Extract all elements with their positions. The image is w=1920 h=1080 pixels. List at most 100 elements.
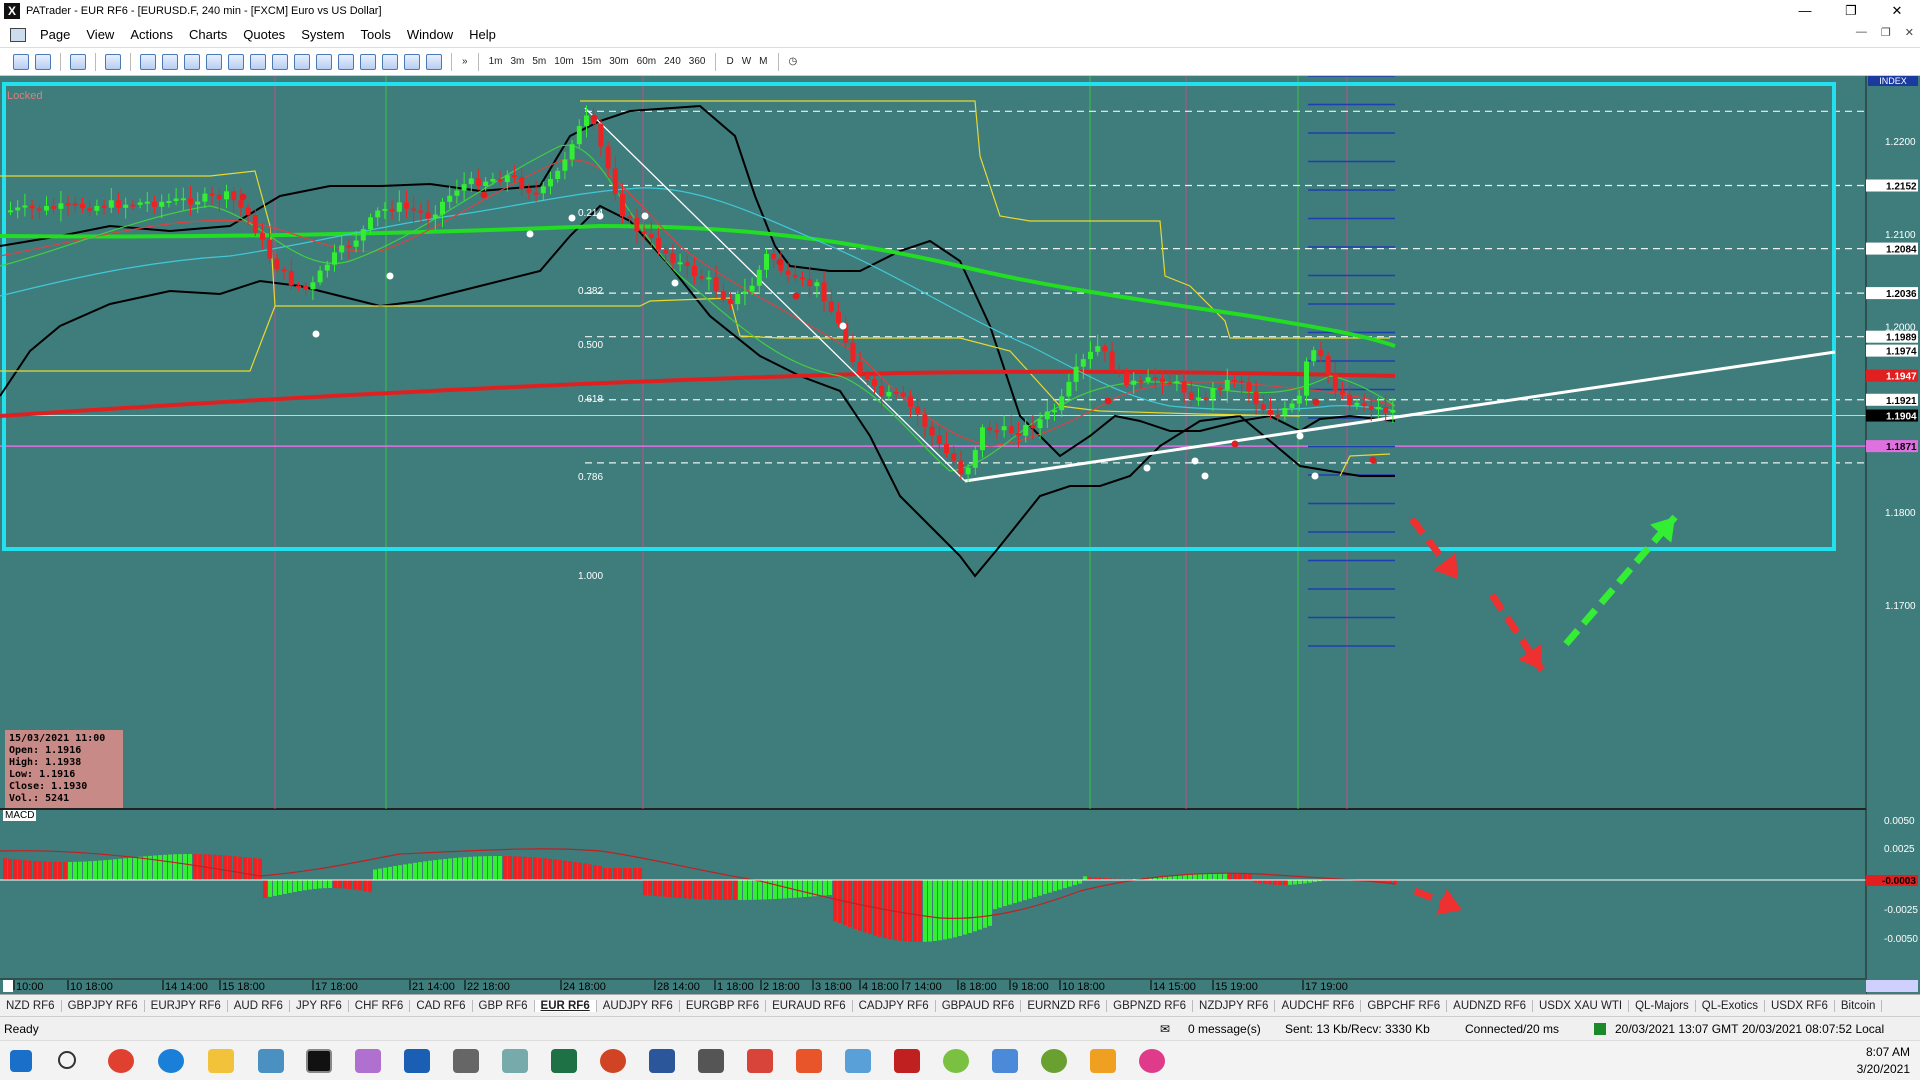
app-icon[interactable] <box>894 1049 920 1073</box>
word-icon[interactable] <box>649 1049 675 1073</box>
app-icon[interactable] <box>845 1049 871 1073</box>
excel-icon[interactable] <box>551 1049 577 1073</box>
timeframe-weekly[interactable]: W <box>738 56 755 67</box>
symbol-tab[interactable]: GBPJPY RF6 <box>62 999 145 1012</box>
crosshair-icon[interactable] <box>105 53 121 70</box>
timeframe-1m[interactable]: 1m <box>485 56 507 67</box>
app-icon[interactable] <box>1041 1049 1067 1073</box>
symbol-tab[interactable]: QL-Exotics <box>1696 999 1765 1012</box>
symbol-tab[interactable]: EURJPY RF6 <box>145 999 228 1012</box>
fibonacci-icon[interactable] <box>250 53 266 70</box>
outlook-icon[interactable] <box>404 1049 430 1073</box>
file-explorer-icon[interactable] <box>208 1049 234 1073</box>
symbol-tab[interactable]: AUD RF6 <box>228 999 290 1012</box>
menu-help[interactable]: Help <box>461 27 504 42</box>
timeframe-60m[interactable]: 60m <box>633 56 660 67</box>
symbol-tab[interactable]: NZDJPY RF6 <box>1193 999 1276 1012</box>
horizontal-line-icon[interactable] <box>162 53 178 70</box>
symbol-tab[interactable]: GBPAUD RF6 <box>936 999 1022 1012</box>
app-icon[interactable] <box>1090 1049 1116 1073</box>
menu-charts[interactable]: Charts <box>181 27 235 42</box>
menu-actions[interactable]: Actions <box>122 27 181 42</box>
overflow-chevron-icon[interactable]: » <box>458 56 472 67</box>
symbol-tab[interactable]: NZD RF6 <box>0 999 62 1012</box>
symbol-tab[interactable]: CAD RF6 <box>410 999 473 1012</box>
channel-icon[interactable] <box>228 53 244 70</box>
timeframe-10m[interactable]: 10m <box>550 56 577 67</box>
indicator-icon[interactable] <box>70 53 86 70</box>
timeframe-15m[interactable]: 15m <box>578 56 605 67</box>
app-icon[interactable] <box>796 1049 822 1073</box>
taskbar-clock[interactable]: 8:07 AM 3/20/2021 <box>1857 1044 1910 1078</box>
chart-menu-icon[interactable] <box>10 27 26 42</box>
timeframe-daily[interactable]: D <box>722 56 737 67</box>
symbol-tab[interactable]: USDX XAU WTI <box>1533 999 1630 1012</box>
timeframe-5m[interactable]: 5m <box>528 56 550 67</box>
app-icon[interactable] <box>992 1049 1018 1073</box>
menu-tools[interactable]: Tools <box>353 27 399 42</box>
menu-view[interactable]: View <box>78 27 122 42</box>
text-tool-icon[interactable] <box>382 53 398 70</box>
slack-icon[interactable] <box>1139 1049 1165 1073</box>
symbol-tab[interactable]: AUDJPY RF6 <box>597 999 680 1012</box>
fib-extension-icon[interactable] <box>426 53 442 70</box>
symbol-tab[interactable]: GBP RF6 <box>473 999 535 1012</box>
minimize-icon[interactable]: — <box>1782 0 1828 22</box>
symbol-tab[interactable]: EUR RF6 <box>534 999 597 1012</box>
fib-retracement-icon[interactable] <box>404 53 420 70</box>
patrader-icon[interactable] <box>306 1049 332 1073</box>
menu-page[interactable]: Page <box>32 27 78 42</box>
symbol-tab[interactable]: Bitcoin <box>1835 999 1883 1012</box>
timeframe-360[interactable]: 360 <box>685 56 710 67</box>
symbol-tab[interactable]: GBPNZD RF6 <box>1107 999 1194 1012</box>
app-icon[interactable] <box>747 1049 773 1073</box>
chrome-icon[interactable] <box>108 1049 134 1073</box>
symbol-tab[interactable]: EURGBP RF6 <box>680 999 767 1012</box>
mdi-close-icon[interactable]: ✕ <box>1905 26 1914 39</box>
app-icon[interactable] <box>258 1049 284 1073</box>
timeframe-monthly[interactable]: M <box>755 56 771 67</box>
timeframe-240[interactable]: 240 <box>660 56 685 67</box>
mdi-restore-icon[interactable]: ❐ <box>1881 26 1891 39</box>
buy-icon[interactable] <box>13 53 29 70</box>
symbol-tab[interactable]: JPY RF6 <box>290 999 349 1012</box>
menu-system[interactable]: System <box>293 27 352 42</box>
message-icon[interactable]: ✉ <box>1160 1022 1170 1036</box>
rectangle-icon[interactable] <box>360 53 376 70</box>
powerpoint-icon[interactable] <box>600 1049 626 1073</box>
search-icon[interactable] <box>58 1051 76 1069</box>
calculator-icon[interactable] <box>453 1049 479 1073</box>
app-icon[interactable] <box>943 1049 969 1073</box>
timeframe-3m[interactable]: 3m <box>506 56 528 67</box>
edge-icon[interactable] <box>158 1049 184 1073</box>
app-icon[interactable] <box>502 1049 528 1073</box>
windows-start-icon[interactable] <box>10 1050 32 1072</box>
mdi-minimize-icon[interactable]: — <box>1856 26 1867 39</box>
symbol-tab[interactable]: CADJPY RF6 <box>853 999 936 1012</box>
gann-icon[interactable] <box>294 53 310 70</box>
menu-quotes[interactable]: Quotes <box>235 27 293 42</box>
symbol-tab[interactable]: CHF RF6 <box>349 999 411 1012</box>
app-icon[interactable] <box>355 1049 381 1073</box>
symbol-tab[interactable]: AUDCHF RF6 <box>1275 999 1362 1012</box>
fib-fan-icon[interactable] <box>272 53 288 70</box>
restore-icon[interactable]: ❐ <box>1828 0 1874 22</box>
symbol-tab[interactable]: EURAUD RF6 <box>766 999 853 1012</box>
symbol-tab[interactable]: QL-Majors <box>1629 999 1696 1012</box>
app-icon[interactable] <box>698 1049 724 1073</box>
chart-area[interactable]: INDEX 1.2200 1.2100 1.2000 1.1800 1.1700 1.215… <box>0 76 1920 994</box>
cycle-lines-icon[interactable] <box>338 53 354 70</box>
menu-window[interactable]: Window <box>399 27 461 42</box>
clock-icon[interactable]: ◷ <box>785 56 802 67</box>
vertical-line-icon[interactable] <box>184 53 200 70</box>
price-chart[interactable]: INDEX1.22001.21001.20001.18001.17001.215… <box>0 76 1920 994</box>
status-messages[interactable]: 0 message(s) <box>1188 1022 1261 1036</box>
close-icon[interactable]: ✕ <box>1874 0 1920 22</box>
pitchfork-icon[interactable] <box>316 53 332 70</box>
sell-icon[interactable] <box>35 53 51 70</box>
cursor-icon[interactable] <box>140 53 156 70</box>
symbol-tab[interactable]: AUDNZD RF6 <box>1447 999 1533 1012</box>
timeframe-30m[interactable]: 30m <box>605 56 632 67</box>
trendline-icon[interactable] <box>206 53 222 70</box>
symbol-tab[interactable]: USDX RF6 <box>1765 999 1835 1012</box>
